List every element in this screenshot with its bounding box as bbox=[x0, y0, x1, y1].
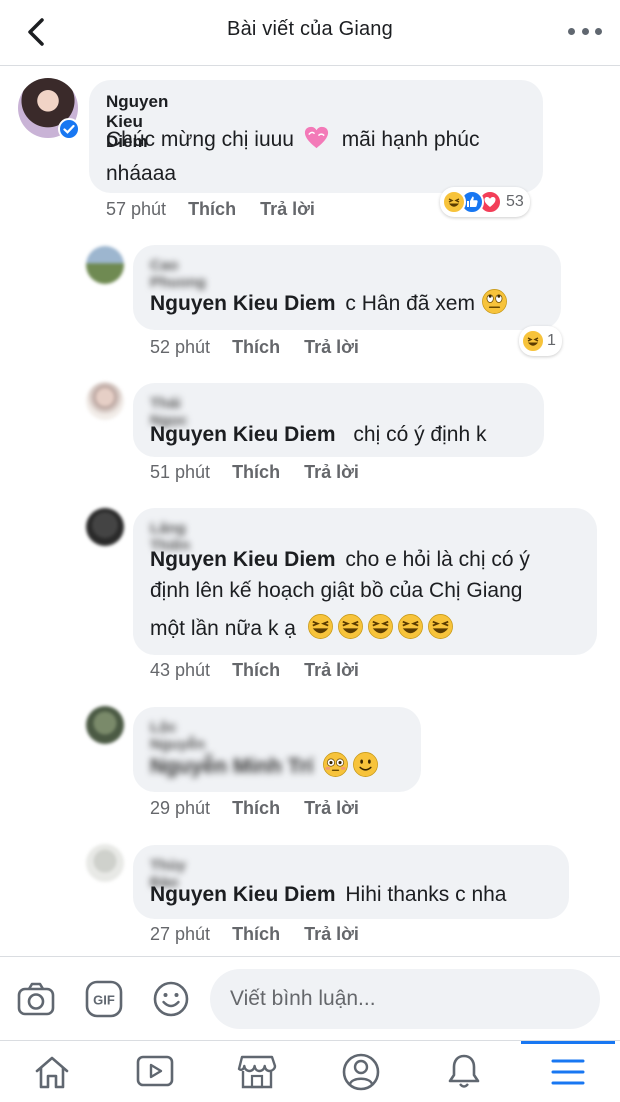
timestamp: 57 phút bbox=[106, 199, 167, 219]
slight-smile-emoji-icon bbox=[353, 752, 379, 777]
verified-badge-icon bbox=[58, 118, 80, 140]
gif-button[interactable]: GIF bbox=[84, 979, 124, 1019]
emoji-button[interactable] bbox=[151, 979, 191, 1019]
tab-watch[interactable] bbox=[105, 1041, 205, 1102]
avatar[interactable] bbox=[86, 382, 124, 420]
home-icon bbox=[35, 1056, 69, 1089]
smiley-icon bbox=[153, 981, 189, 1017]
reply-button[interactable]: Trả lời bbox=[304, 660, 359, 680]
camera-button[interactable] bbox=[16, 979, 56, 1019]
reply-button[interactable]: Trả lời bbox=[260, 199, 315, 219]
svg-text:GIF: GIF bbox=[93, 993, 115, 1008]
comment-text-line: một lần nữa k ạ bbox=[150, 610, 454, 647]
comment-meta: 57 phút Thích Trả lời bbox=[106, 199, 339, 220]
pink-heart-emoji-icon bbox=[304, 126, 328, 149]
like-button[interactable]: Thích bbox=[232, 337, 280, 357]
comment-composer: GIF bbox=[0, 956, 620, 1040]
profile-icon bbox=[342, 1053, 380, 1091]
avatar[interactable] bbox=[86, 508, 124, 546]
laughing-emoji-icon bbox=[337, 614, 363, 639]
like-button[interactable]: Thích bbox=[232, 462, 280, 482]
like-button[interactable]: Thích bbox=[232, 798, 280, 818]
like-button[interactable]: Thích bbox=[232, 660, 280, 680]
laughing-emoji-icon bbox=[397, 614, 423, 639]
more-button[interactable] bbox=[568, 22, 602, 40]
comment-text: Nguyen Kieu Diem Hihi thanks c nha bbox=[150, 883, 507, 906]
timestamp: 51 phút bbox=[150, 462, 211, 482]
mention-tag[interactable]: Nguyen Kieu Diem bbox=[150, 292, 336, 315]
timestamp: 27 phút bbox=[150, 924, 211, 944]
menu-icon bbox=[551, 1059, 585, 1085]
reply-button[interactable]: Trả lời bbox=[304, 924, 359, 944]
reaction-summary[interactable]: 1 bbox=[519, 326, 562, 356]
header-bar: Bài viết của Giang bbox=[0, 0, 620, 66]
marketplace-icon bbox=[237, 1055, 277, 1089]
timestamp: 29 phút bbox=[150, 798, 211, 818]
avatar[interactable] bbox=[86, 844, 124, 882]
more-icon bbox=[568, 27, 575, 35]
reaction-count: 53 bbox=[506, 193, 524, 210]
flushed-emoji-icon bbox=[323, 752, 349, 777]
comment-text: Chúc mừng chị iuuu mãi hạnh phúc bbox=[106, 121, 479, 158]
reply-button[interactable]: Trả lời bbox=[304, 798, 359, 818]
comment-meta: 51 phút Thích Trả lời bbox=[150, 462, 383, 483]
timestamp: 43 phút bbox=[150, 660, 211, 680]
mention-tag[interactable]: Nguyen Kieu Diem bbox=[150, 883, 336, 906]
reply-button[interactable]: Trả lời bbox=[304, 337, 359, 357]
comment-text-line: định lên kế hoạch giật bồ của Chị Giang bbox=[150, 579, 523, 602]
comment-meta: 43 phút Thích Trả lời bbox=[150, 660, 383, 681]
comment-meta: 52 phút Thích Trả lời bbox=[150, 337, 383, 358]
gif-icon: GIF bbox=[85, 980, 123, 1018]
comment-text-line: nháaaa bbox=[106, 162, 177, 185]
avatar[interactable] bbox=[86, 246, 124, 284]
page-title: Bài viết của Giang bbox=[227, 18, 393, 40]
laughing-emoji-group bbox=[304, 614, 454, 640]
reaction-count: 1 bbox=[547, 332, 556, 349]
tab-home[interactable] bbox=[2, 1041, 102, 1102]
mention-tag[interactable]: Nguyen Kieu Diem bbox=[150, 423, 336, 446]
tab-marketplace[interactable] bbox=[207, 1041, 307, 1102]
like-button[interactable]: Thích bbox=[232, 924, 280, 944]
comment-text: Nguyen Kieu Diem c Hân đã xem bbox=[150, 285, 508, 322]
haha-reaction-icon bbox=[521, 329, 545, 353]
bottom-tab-bar bbox=[0, 1040, 620, 1102]
camera-icon bbox=[17, 982, 55, 1016]
laughing-emoji-icon bbox=[367, 614, 393, 639]
reply-button[interactable]: Trả lời bbox=[304, 462, 359, 482]
tab-notifications[interactable] bbox=[414, 1041, 514, 1102]
comment-input[interactable] bbox=[210, 969, 600, 1029]
haha-reaction-icon bbox=[442, 190, 466, 214]
comment-meta: 27 phút Thích Trả lời bbox=[150, 924, 383, 945]
rolling-eyes-emoji-icon bbox=[481, 289, 507, 314]
like-button[interactable]: Thích bbox=[188, 199, 236, 219]
comment-meta: 29 phút Thích Trả lời bbox=[150, 798, 383, 819]
reaction-summary[interactable]: 53 bbox=[440, 187, 530, 217]
bell-icon bbox=[448, 1054, 480, 1088]
comment-text: Nguyen Kieu Diem chị có ý định k bbox=[150, 423, 487, 446]
timestamp: 52 phút bbox=[150, 337, 211, 357]
laughing-emoji-icon bbox=[307, 614, 333, 639]
video-icon bbox=[136, 1055, 174, 1087]
tab-profile[interactable] bbox=[311, 1041, 411, 1102]
avatar[interactable] bbox=[86, 706, 124, 744]
comment-text: Nguyễn Minh Trí bbox=[150, 748, 379, 785]
mention-tag[interactable]: Nguyễn Minh Trí bbox=[150, 755, 313, 778]
tab-menu[interactable] bbox=[518, 1041, 618, 1102]
laughing-emoji-icon bbox=[427, 614, 453, 639]
mention-tag[interactable]: Nguyen Kieu Diem bbox=[150, 548, 336, 571]
